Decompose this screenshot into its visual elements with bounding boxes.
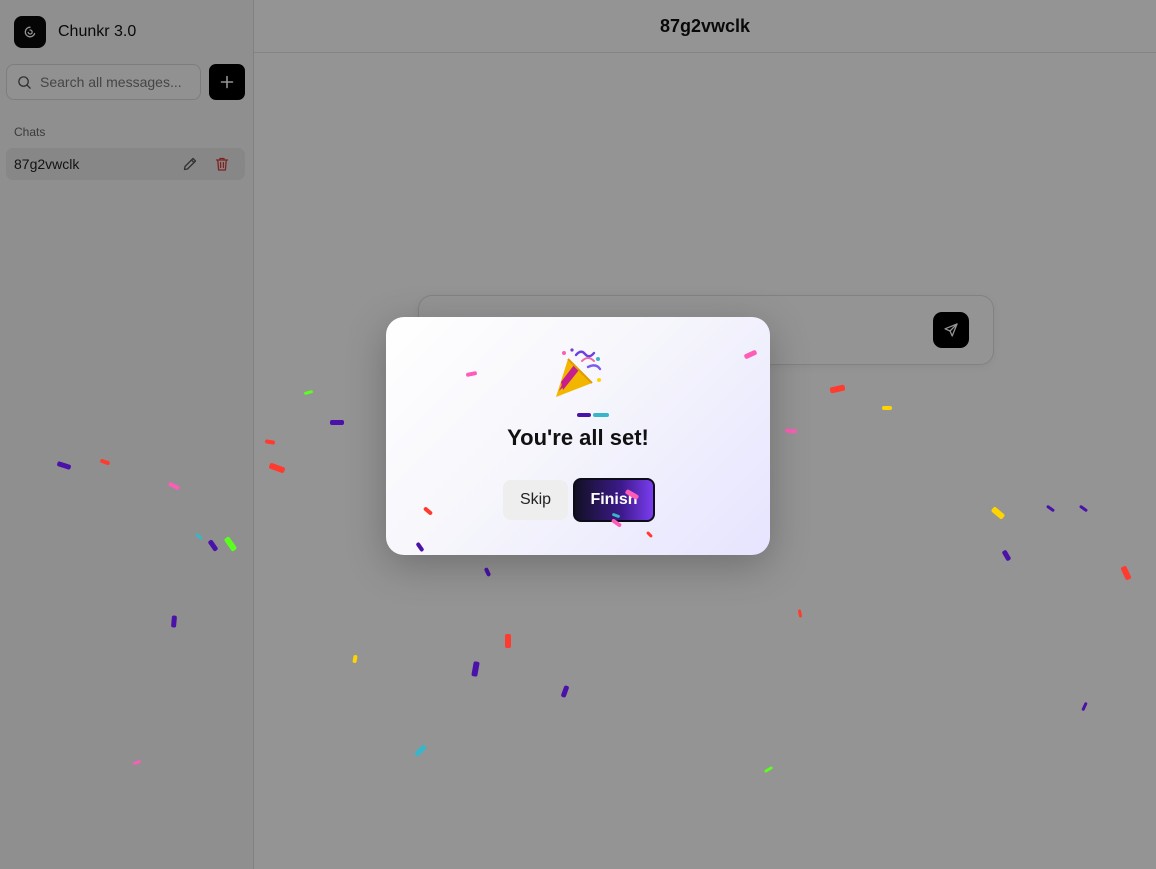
modal-actions: Skip Finish (503, 478, 655, 522)
modal-title: You're all set! (507, 425, 649, 450)
party-popper-icon (556, 348, 602, 397)
onboarding-complete-modal: You're all set! Skip Finish (386, 317, 770, 555)
finish-button[interactable]: Finish (573, 478, 655, 522)
party-decoration (577, 413, 609, 417)
skip-button[interactable]: Skip (503, 480, 568, 520)
